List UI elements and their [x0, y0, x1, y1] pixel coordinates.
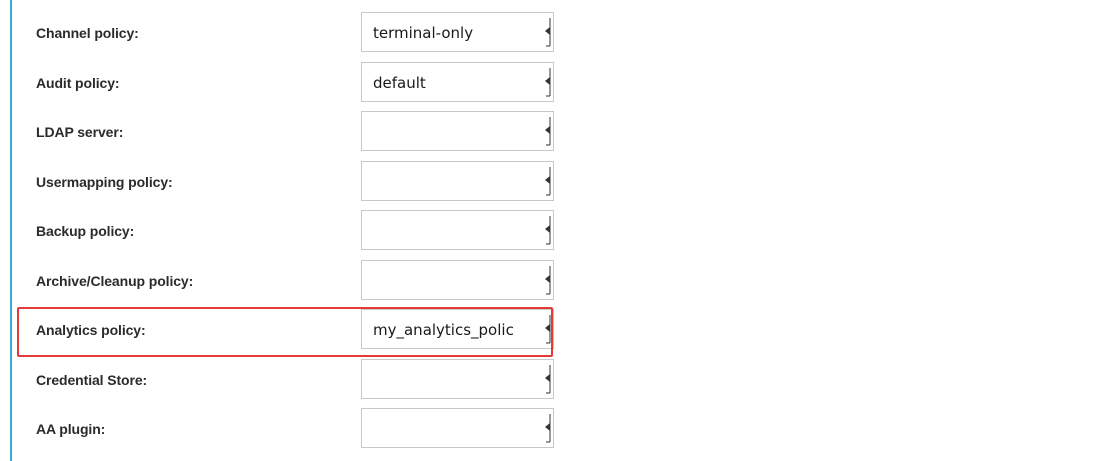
dropdown-arrow-icon: [545, 414, 551, 443]
aa-plugin-select[interactable]: [361, 408, 554, 448]
channel-policy-value: terminal-only: [373, 24, 474, 42]
row-aa-plugin: AA plugin:: [12, 405, 572, 455]
row-backup-policy: Backup policy:: [12, 207, 572, 257]
usermapping-policy-select[interactable]: [361, 160, 554, 201]
audit-policy-select[interactable]: default: [361, 61, 554, 102]
archive-cleanup-policy-select[interactable]: [361, 259, 554, 300]
ldap-server-select[interactable]: [361, 111, 554, 151]
dropdown-arrow-icon: [545, 67, 551, 96]
row-channel-policy: Channel policy: terminal-only: [12, 9, 572, 59]
row-audit-policy: Audit policy: default: [12, 59, 572, 109]
credential-store-label: Credential Store:: [36, 371, 148, 388]
row-analytics-policy: Analytics policy: my_analytics_polic: [12, 306, 572, 356]
credential-store-select[interactable]: [361, 358, 554, 399]
audit-policy-value: default: [373, 73, 426, 92]
analytics-policy-value: my_analytics_polic: [373, 321, 514, 339]
connection-policy-form-page: Channel policy: terminal-only Audit poli…: [0, 0, 1117, 461]
ldap-server-label: LDAP server:: [36, 124, 124, 140]
dropdown-arrow-icon: [545, 364, 551, 393]
dropdown-arrow-icon: [545, 216, 551, 245]
backup-policy-select[interactable]: [361, 210, 554, 250]
row-ldap-server: LDAP server:: [12, 108, 572, 158]
analytics-policy-select[interactable]: my_analytics_polic: [361, 309, 554, 349]
dropdown-arrow-icon: [545, 117, 551, 146]
row-credential-store: Credential Store:: [12, 356, 572, 406]
channel-policy-select[interactable]: terminal-only: [361, 12, 554, 52]
aa-plugin-label: AA plugin:: [36, 421, 106, 437]
dropdown-arrow-icon: [545, 265, 551, 294]
row-archive-cleanup-policy: Archive/Cleanup policy:: [12, 257, 572, 307]
archive-cleanup-policy-label: Archive/Cleanup policy:: [36, 272, 194, 289]
row-usermapping-policy: Usermapping policy:: [12, 158, 572, 208]
channel-policy-label: Channel policy:: [36, 25, 139, 41]
audit-policy-label: Audit policy:: [36, 74, 120, 91]
usermapping-policy-label: Usermapping policy:: [36, 173, 173, 190]
backup-policy-label: Backup policy:: [36, 223, 135, 239]
analytics-policy-label: Analytics policy:: [36, 322, 146, 338]
dropdown-arrow-icon: [545, 315, 551, 344]
policy-settings-form: Channel policy: terminal-only Audit poli…: [12, 9, 572, 455]
dropdown-arrow-icon: [545, 18, 551, 47]
dropdown-arrow-icon: [545, 166, 551, 195]
